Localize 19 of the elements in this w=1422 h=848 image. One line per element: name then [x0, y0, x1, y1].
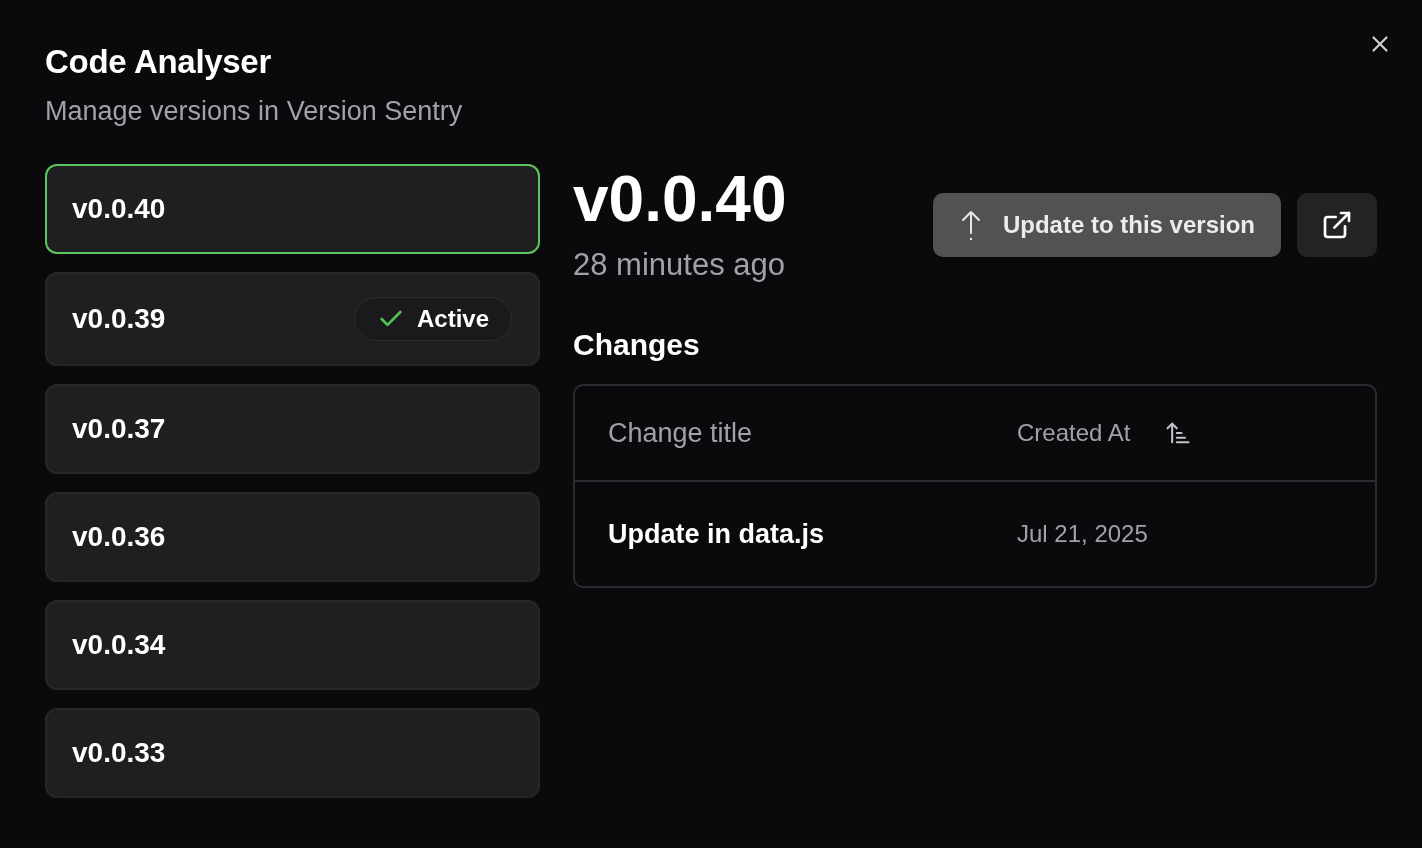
version-heading: v0.0.40 — [573, 164, 787, 234]
version-item[interactable]: v0.0.39 Active — [45, 272, 540, 366]
relative-time: 28 minutes ago — [573, 246, 785, 284]
version-item[interactable]: v0.0.40 — [45, 164, 540, 254]
version-item[interactable]: v0.0.37 — [45, 384, 540, 474]
column-header: Created At — [1017, 418, 1131, 448]
version-item[interactable]: v0.0.36 — [45, 492, 540, 582]
open-external-button[interactable] — [1297, 193, 1377, 257]
dialog-title: Code Analyser — [45, 42, 271, 82]
column-header: Change title — [608, 416, 753, 450]
badge-label: Active — [416, 304, 489, 334]
version-item[interactable]: v0.0.33 — [45, 708, 540, 798]
update-button[interactable]: Update to this version — [932, 193, 1281, 257]
table-cell-text: Update in data.js — [607, 517, 825, 551]
section-heading: Changes — [573, 327, 700, 363]
external-link-icon — [1321, 209, 1353, 241]
dialog-subtitle: Manage versions in Version Sentry — [45, 95, 463, 128]
table-cell-text: Jul 21, 2025 — [1017, 519, 1148, 549]
version-item[interactable]: v0.0.34 — [45, 600, 540, 690]
